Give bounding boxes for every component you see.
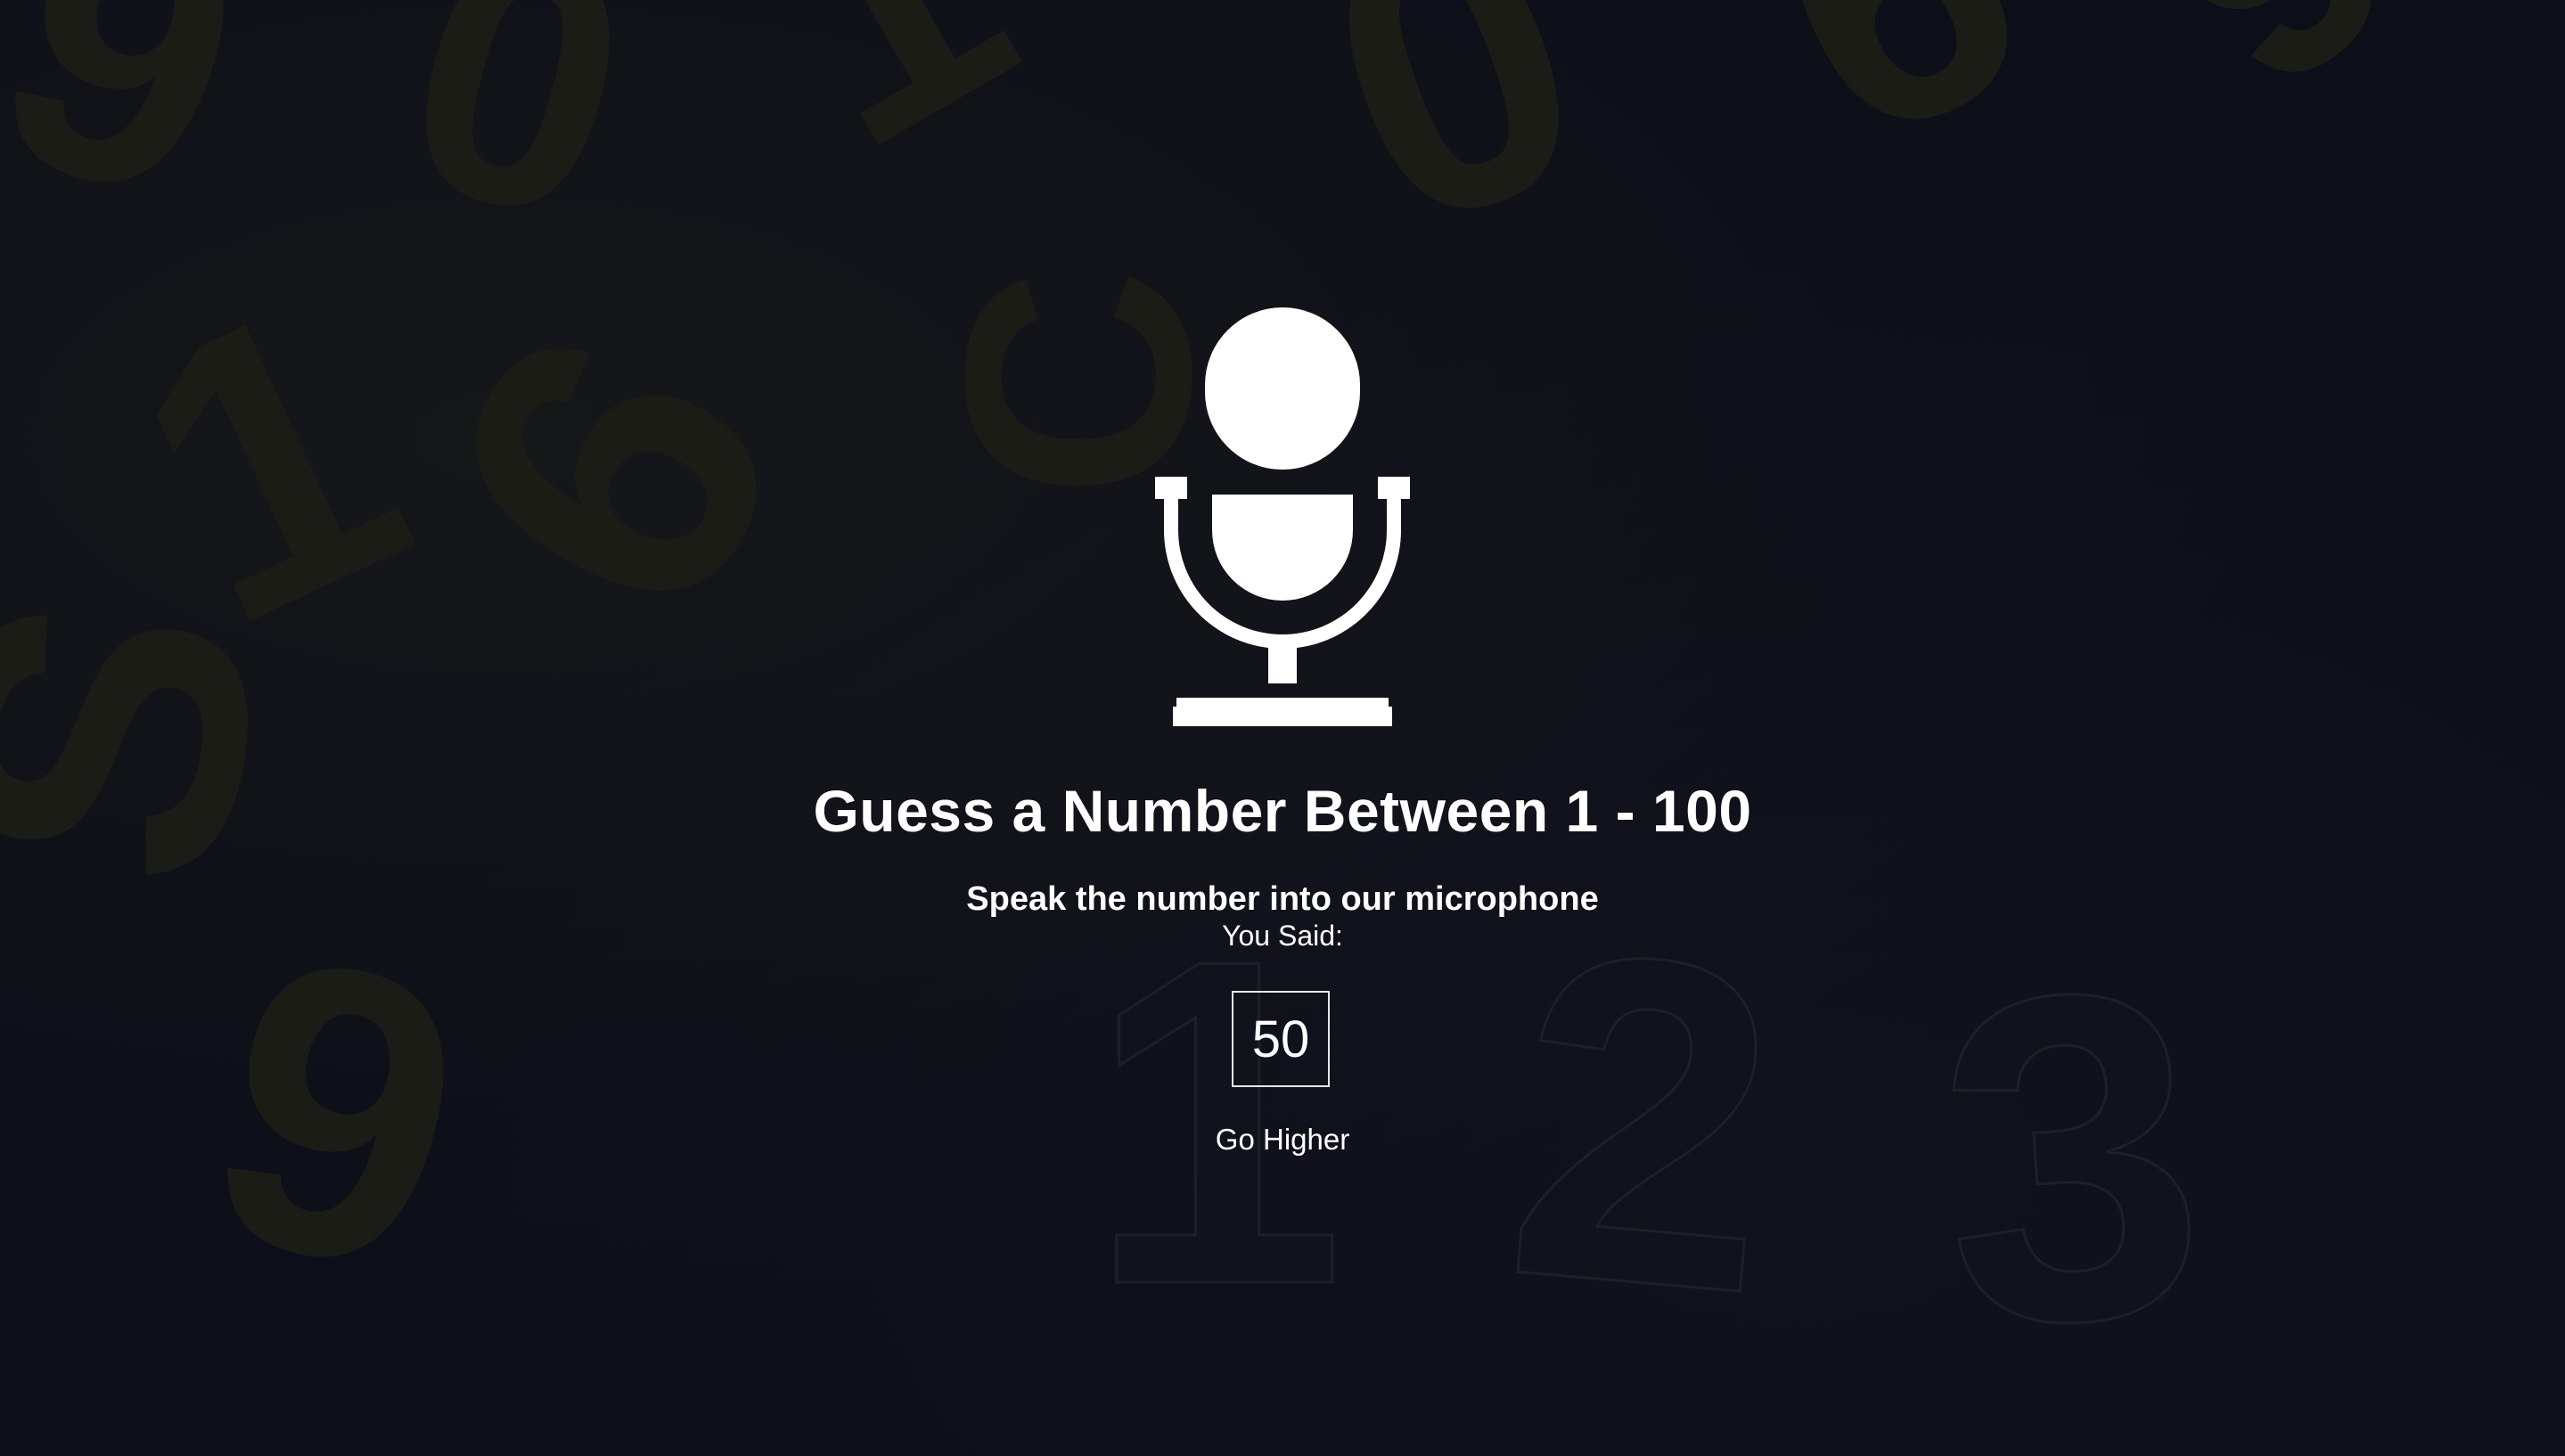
main-content: Guess a Number Between 1 - 100 Speak the… bbox=[0, 0, 2565, 1456]
spoken-number-display: 50 bbox=[1232, 991, 1330, 1087]
microphone-icon[interactable] bbox=[1155, 307, 1410, 732]
you-said-label: You Said: bbox=[1222, 920, 1343, 952]
page-title: Guess a Number Between 1 - 100 bbox=[813, 778, 1752, 844]
instruction-text: Speak the number into our microphone bbox=[966, 880, 1599, 918]
guess-hint: Go Higher bbox=[1215, 1123, 1350, 1156]
